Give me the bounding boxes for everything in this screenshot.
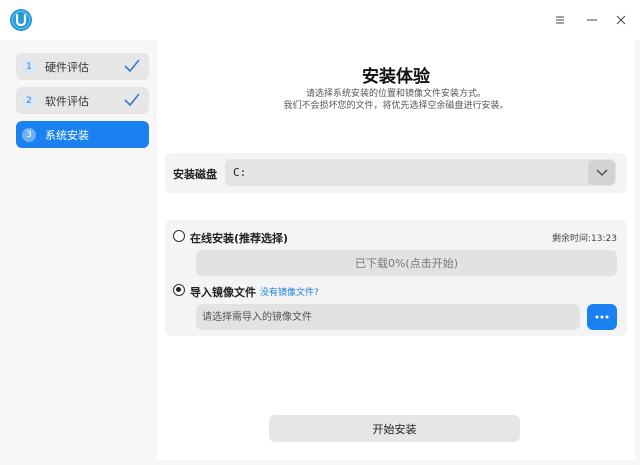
disk-value: C: [233,166,247,179]
disk-select[interactable]: C: [225,159,616,186]
step-system-install[interactable]: 3 系统安装 [16,121,149,148]
more-icon [595,315,609,319]
disk-card: 安装磁盘 C: [165,153,627,193]
title-bar [0,0,640,40]
remaining-time: 剩余时间:13:23 [552,234,617,244]
step-number: 3 [22,127,36,142]
steps-sidebar: 1 硬件评估 2 软件评估 3 系统安装 [0,40,156,465]
close-icon[interactable] [609,8,633,32]
disk-label: 安装磁盘 [173,168,217,181]
page-subtitle: 请选择系统安装的位置和镜像文件安装方式。 [305,89,486,99]
browse-button[interactable] [587,304,617,330]
step-number: 2 [22,93,36,108]
download-progress-button[interactable]: 已下载0%(点击开始) [196,250,617,276]
page-subtitle-note: 我们不会损坏您的文件，将优先选择空余磁盘进行安装。 [283,101,509,111]
step-software-check[interactable]: 2 软件评估 [16,87,149,114]
chevron-down-icon[interactable] [588,160,615,185]
installer-window: 1 硬件评估 2 软件评估 3 系统安装 安装体验 请选择系统安装的位置和镜像文… [0,0,640,465]
check-icon [124,93,140,107]
image-file-input[interactable] [196,304,580,330]
step-number: 1 [22,59,36,74]
step-label: 系统安装 [45,128,89,142]
check-icon [124,59,140,73]
no-image-link[interactable]: 没有镜像文件? [260,285,319,298]
start-install-button[interactable]: 开始安装 [269,415,520,442]
step-label: 软件评估 [45,94,89,108]
step-label: 硬件评估 [45,60,89,74]
main-panel: 安装体验 请选择系统安装的位置和镜像文件安装方式。 我们不会损坏您的文件，将优先… [157,40,635,460]
image-install-label[interactable]: 导入镜像文件 [190,284,256,300]
online-install-radio[interactable] [173,230,185,242]
step-hardware-check[interactable]: 1 硬件评估 [16,53,149,80]
install-method-card: 在线安装(推荐选择) 剩余时间:13:23 已下载0%(点击开始) 导入镜像文件… [165,220,627,336]
online-install-label[interactable]: 在线安装(推荐选择) [190,230,288,246]
menu-icon[interactable] [548,8,572,32]
app-logo-icon [10,9,32,31]
minimize-icon[interactable] [580,8,604,32]
image-install-radio[interactable] [173,284,185,296]
page-title: 安装体验 [362,67,430,87]
